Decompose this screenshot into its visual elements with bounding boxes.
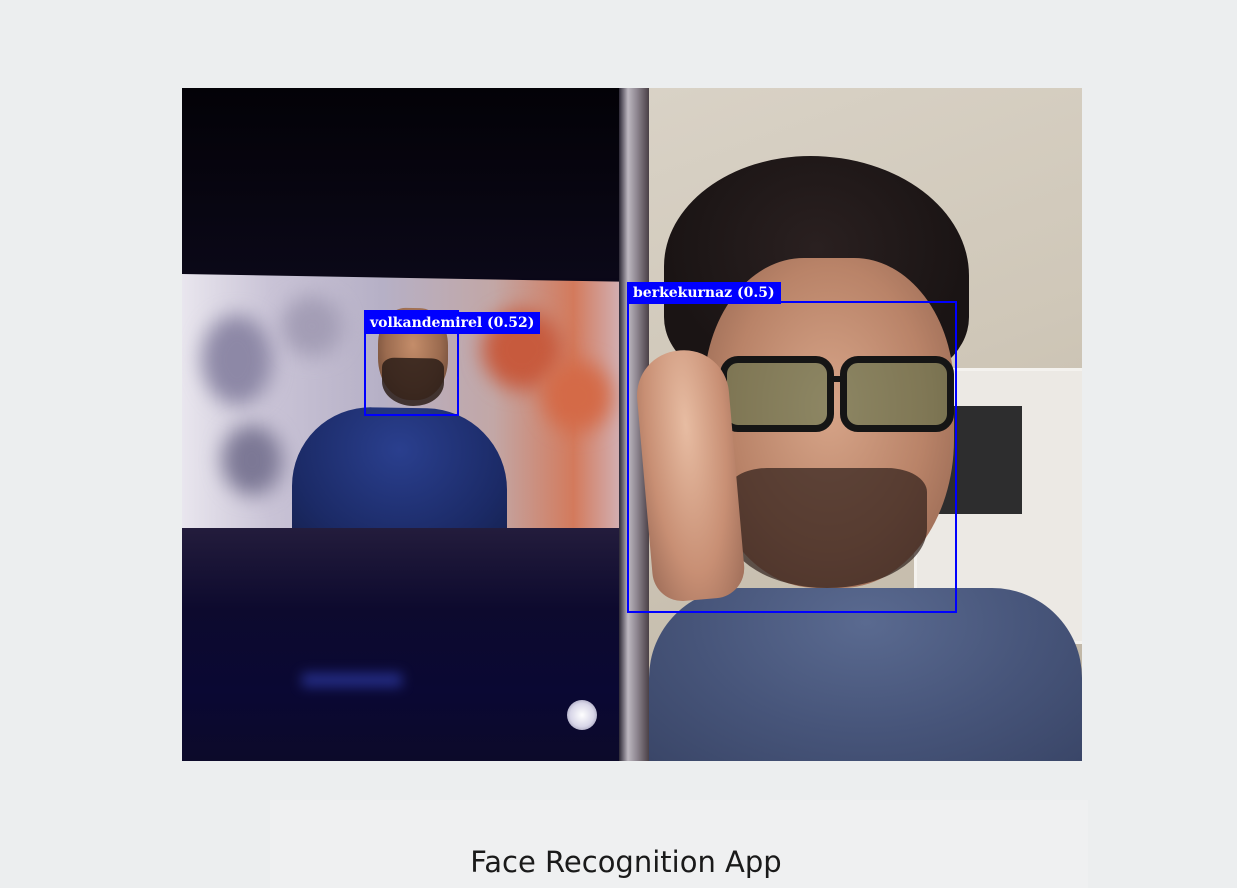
face-detection-label-1: volkandemirel (0.52) — [364, 312, 541, 334]
phone-dot — [567, 700, 597, 730]
person-shirt — [649, 588, 1082, 761]
face-detection-box-2 — [627, 301, 957, 613]
video-feed: volkandemirel (0.52) berkekurnaz (0.5) — [182, 88, 1082, 761]
face-detection-label-2: berkekurnaz (0.5) — [627, 282, 781, 304]
player-body — [292, 405, 507, 537]
app-title: Face Recognition App — [470, 845, 782, 879]
phone-lower-region — [182, 528, 627, 761]
phone-glow — [302, 673, 402, 687]
phone-top-region — [182, 88, 632, 278]
